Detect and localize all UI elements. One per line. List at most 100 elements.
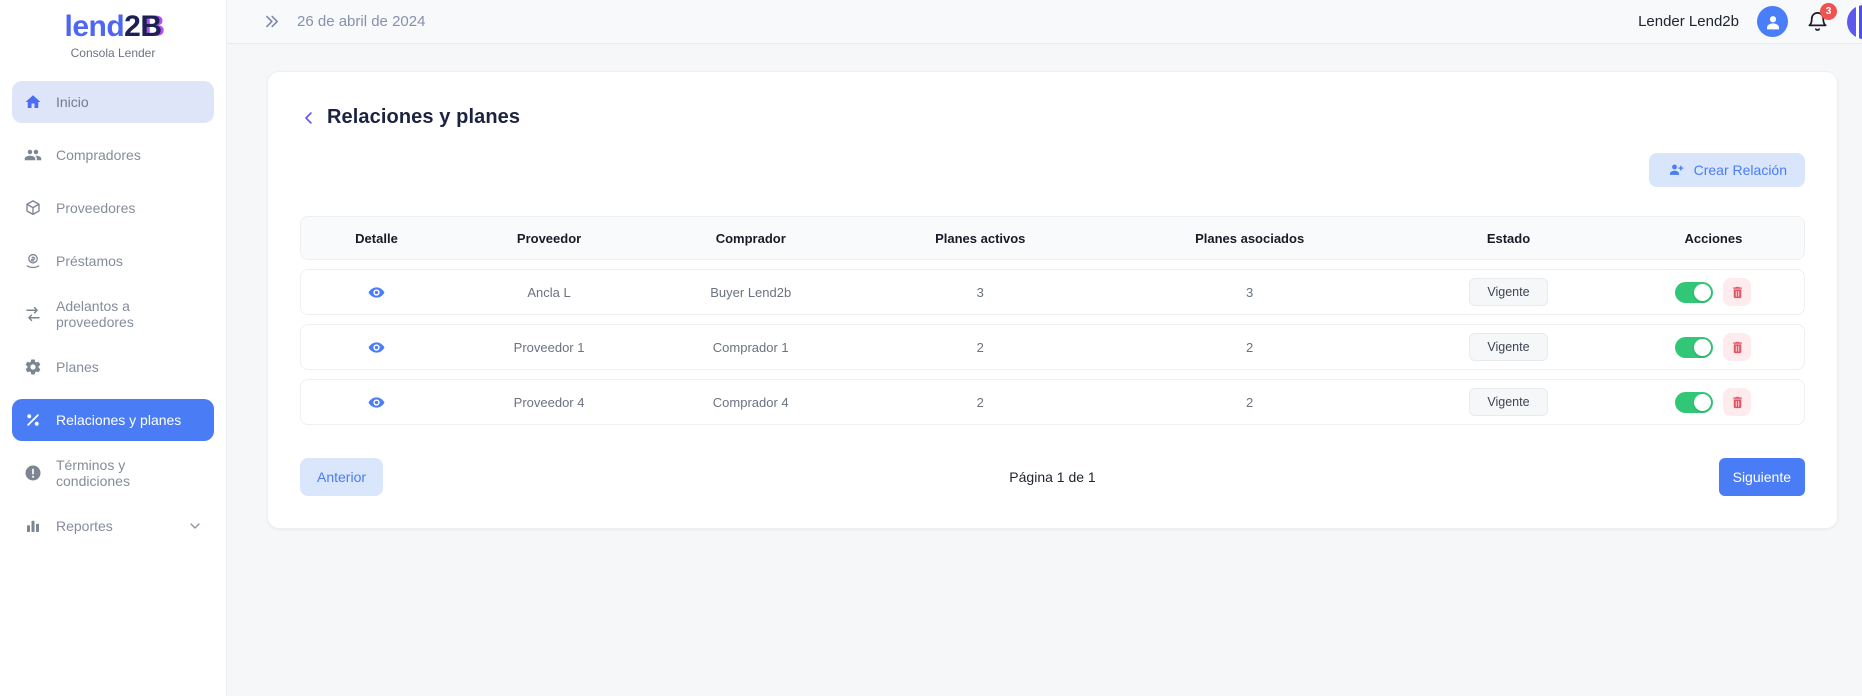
sidebar-item-label: Proveedores <box>56 200 135 216</box>
sidebar-item-label: Inicio <box>56 94 89 110</box>
chevron-down-icon <box>187 518 203 534</box>
sidebar-item-relaciones-y-planes[interactable]: Relaciones y planes <box>12 399 214 441</box>
sidebar-item-prestamos[interactable]: Préstamos <box>12 240 214 282</box>
eye-icon[interactable] <box>367 393 386 412</box>
page-info: Página 1 de 1 <box>1009 469 1095 485</box>
cube-icon <box>23 198 43 218</box>
notification-badge: 3 <box>1820 3 1837 20</box>
cell-planes-activos: 3 <box>855 269 1105 315</box>
cell-proveedor: Ancla L <box>452 269 646 315</box>
topbar-right: Lender Lend2b 3 <box>1638 5 1862 39</box>
cell-planes-activos: 2 <box>855 324 1105 370</box>
crear-relacion-button[interactable]: Crear Relación <box>1649 153 1805 187</box>
topbar-left: 26 de abril de 2024 <box>263 13 425 30</box>
cell-comprador: Buyer Lend2b <box>646 269 855 315</box>
siguiente-button[interactable]: Siguiente <box>1719 458 1805 496</box>
brand-subtitle: Consola Lender <box>0 46 226 60</box>
crear-relacion-label: Crear Relación <box>1694 162 1787 178</box>
user-name: Lender Lend2b <box>1638 13 1739 30</box>
trash-icon <box>1730 395 1745 410</box>
logo-text: lend2B <box>0 10 226 43</box>
main-area: 26 de abril de 2024 Lender Lend2b 3 <box>227 0 1862 696</box>
header-proveedor: Proveedor <box>452 216 646 260</box>
cell-proveedor: Proveedor 4 <box>452 379 646 425</box>
sidebar-item-terminos[interactable]: Términos y condiciones <box>12 452 214 494</box>
active-toggle[interactable] <box>1675 337 1713 358</box>
person-icon <box>1762 11 1784 33</box>
sidebar-item-label: Reportes <box>56 518 113 534</box>
home-icon <box>23 92 43 112</box>
header-estado: Estado <box>1394 216 1623 260</box>
table-header-row: Detalle Proveedor Comprador Planes activ… <box>300 216 1805 260</box>
eye-icon[interactable] <box>367 283 386 302</box>
sidebar-collapse-icon[interactable] <box>263 13 280 30</box>
delete-button[interactable] <box>1723 278 1751 306</box>
sidebar-menu: Inicio Compradores Proveedores Préstamos <box>0 81 226 547</box>
percent-icon <box>23 410 43 430</box>
header-planes-asociados: Planes asociados <box>1105 216 1394 260</box>
back-chevron-icon[interactable] <box>300 109 318 127</box>
topbar: 26 de abril de 2024 Lender Lend2b 3 <box>227 0 1862 44</box>
sidebar: lend2B Consola Lender Inicio Compradores <box>0 0 227 696</box>
language-globe-icon[interactable] <box>1847 5 1862 39</box>
sidebar-item-compradores[interactable]: Compradores <box>12 134 214 176</box>
card-actions-row: Crear Relación <box>300 153 1805 187</box>
notifications-bell[interactable]: 3 <box>1806 10 1829 33</box>
active-toggle[interactable] <box>1675 392 1713 413</box>
header-planes-activos: Planes activos <box>855 216 1105 260</box>
sidebar-item-label: Compradores <box>56 147 141 163</box>
user-avatar[interactable] <box>1757 6 1788 37</box>
bar-chart-icon <box>23 516 43 536</box>
swap-arrows-icon <box>23 304 43 324</box>
status-badge: Vigente <box>1469 278 1547 306</box>
loan-icon <box>23 251 43 271</box>
relaciones-card: Relaciones y planes Crear Relación Detal… <box>267 71 1838 529</box>
app-window: lend2B Consola Lender Inicio Compradores <box>0 0 1862 696</box>
trash-icon <box>1730 340 1745 355</box>
status-badge: Vigente <box>1469 333 1547 361</box>
sidebar-item-inicio[interactable]: Inicio <box>12 81 214 123</box>
gear-icon <box>23 357 43 377</box>
cell-comprador: Comprador 4 <box>646 379 855 425</box>
delete-button[interactable] <box>1723 388 1751 416</box>
cell-planes-asociados: 2 <box>1105 379 1394 425</box>
logo-b: B <box>140 10 161 43</box>
logo-lend: lend <box>64 10 124 43</box>
info-icon <box>23 463 43 483</box>
eye-icon[interactable] <box>367 338 386 357</box>
page-content: Relaciones y planes Crear Relación Detal… <box>227 44 1862 529</box>
header-detalle: Detalle <box>300 216 452 260</box>
person-plus-icon <box>1667 161 1685 179</box>
delete-button[interactable] <box>1723 333 1751 361</box>
cell-proveedor: Proveedor 1 <box>452 324 646 370</box>
pagination: Anterior Página 1 de 1 Siguiente <box>300 458 1805 496</box>
relaciones-table: Detalle Proveedor Comprador Planes activ… <box>300 207 1805 434</box>
anterior-button[interactable]: Anterior <box>300 458 383 496</box>
cell-planes-asociados: 3 <box>1105 269 1394 315</box>
page-header: Relaciones y planes <box>300 106 1805 129</box>
users-icon <box>23 145 43 165</box>
sidebar-item-proveedores[interactable]: Proveedores <box>12 187 214 229</box>
sidebar-item-reportes[interactable]: Reportes <box>12 505 214 547</box>
cell-planes-activos: 2 <box>855 379 1105 425</box>
sidebar-item-label: Términos y condiciones <box>56 457 203 489</box>
table-row: Proveedor 1 Comprador 1 2 2 Vigente <box>300 324 1805 370</box>
logo-2: 2 <box>124 10 140 43</box>
page-title: Relaciones y planes <box>327 106 520 129</box>
header-acciones: Acciones <box>1623 216 1805 260</box>
table-row: Proveedor 4 Comprador 4 2 2 Vigente <box>300 379 1805 425</box>
status-badge: Vigente <box>1469 388 1547 416</box>
sidebar-item-label: Planes <box>56 359 99 375</box>
header-comprador: Comprador <box>646 216 855 260</box>
table-row: Ancla L Buyer Lend2b 3 3 Vigente <box>300 269 1805 315</box>
sidebar-item-planes[interactable]: Planes <box>12 346 214 388</box>
sidebar-item-label: Adelantos a proveedores <box>56 298 203 330</box>
current-date: 26 de abril de 2024 <box>297 13 425 30</box>
cell-comprador: Comprador 1 <box>646 324 855 370</box>
cell-planes-asociados: 2 <box>1105 324 1394 370</box>
sidebar-item-adelantos[interactable]: Adelantos a proveedores <box>12 293 214 335</box>
brand-logo: lend2B Consola Lender <box>0 0 226 60</box>
active-toggle[interactable] <box>1675 282 1713 303</box>
sidebar-item-label: Relaciones y planes <box>56 412 181 428</box>
sidebar-item-label: Préstamos <box>56 253 123 269</box>
